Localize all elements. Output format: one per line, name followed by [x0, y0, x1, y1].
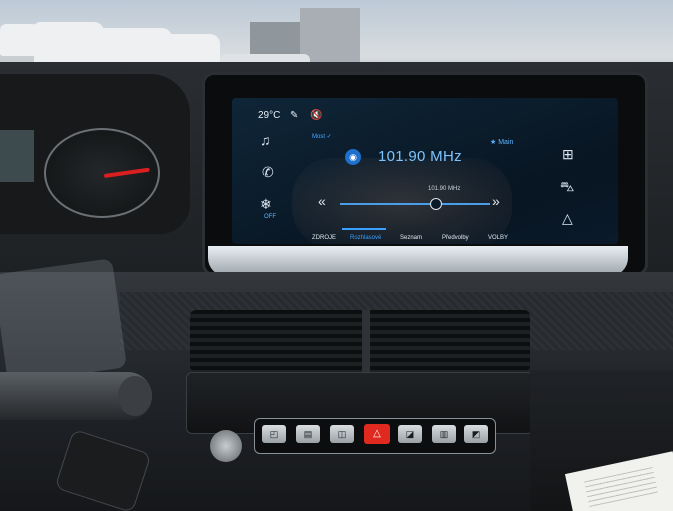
favourites-button[interactable]: ★ Main: [490, 138, 513, 146]
tab-sources[interactable]: ZDROJE: [312, 235, 336, 241]
car-interior-photo: 29°C ✎ 🔇 ♫ ✆ ❄ OFF Most ✓ ◉ 101.90 MHz ★…: [0, 0, 673, 511]
temperature-readout: 29°C: [258, 110, 281, 121]
cluster-display: [0, 130, 34, 182]
frequency-slider[interactable]: [340, 203, 490, 205]
music-note-icon[interactable]: ♫: [260, 132, 271, 148]
toggle-switch[interactable]: ◰: [262, 425, 286, 443]
slider-frequency: 101.90 MHz: [428, 186, 461, 192]
rpm-gauge: [44, 128, 160, 218]
source-label: Most ✓: [312, 134, 332, 140]
toggle-switch[interactable]: ▤: [296, 425, 320, 443]
car-icon[interactable]: ⛍: [560, 178, 574, 197]
radio-icon: ◉: [345, 149, 361, 165]
protective-film: [0, 258, 128, 384]
climate-off-label: OFF: [264, 214, 276, 220]
toggle-switch[interactable]: ◩: [464, 425, 488, 443]
active-tab-underline: [342, 228, 386, 230]
background-building: [300, 8, 360, 62]
toggle-switch[interactable]: ◫: [330, 425, 354, 443]
seek-back-button[interactable]: «: [318, 193, 326, 209]
toggle-switch[interactable]: ◪: [398, 425, 422, 443]
grid-apps-icon[interactable]: ⊞: [562, 146, 574, 163]
tab-options[interactable]: VOLBY: [488, 235, 508, 241]
phone-icon[interactable]: ✆: [262, 164, 274, 181]
wrench-icon: ✎: [290, 110, 299, 121]
hazard-button[interactable]: △: [364, 424, 390, 444]
climate-off-icon[interactable]: ❄: [260, 196, 272, 213]
tab-radio[interactable]: Rozhlasové: [350, 235, 381, 241]
slider-knob[interactable]: [430, 198, 442, 210]
navigation-icon[interactable]: △: [562, 210, 573, 227]
frequency-display: 101.90 MHz: [378, 148, 462, 165]
tab-presets[interactable]: Předvolby: [442, 235, 469, 241]
volume-knob[interactable]: [210, 430, 242, 462]
tab-list[interactable]: Seznam: [400, 235, 422, 241]
vent-divider: [362, 310, 370, 374]
infotainment-screen: 29°C ✎ 🔇 ♫ ✆ ❄ OFF Most ✓ ◉ 101.90 MHz ★…: [232, 98, 618, 244]
toggle-switch[interactable]: ▥: [432, 425, 456, 443]
stalk-end: [118, 376, 152, 416]
air-vents[interactable]: [190, 310, 530, 372]
seek-forward-button[interactable]: »: [492, 193, 500, 209]
mute-icon: 🔇: [310, 110, 323, 121]
